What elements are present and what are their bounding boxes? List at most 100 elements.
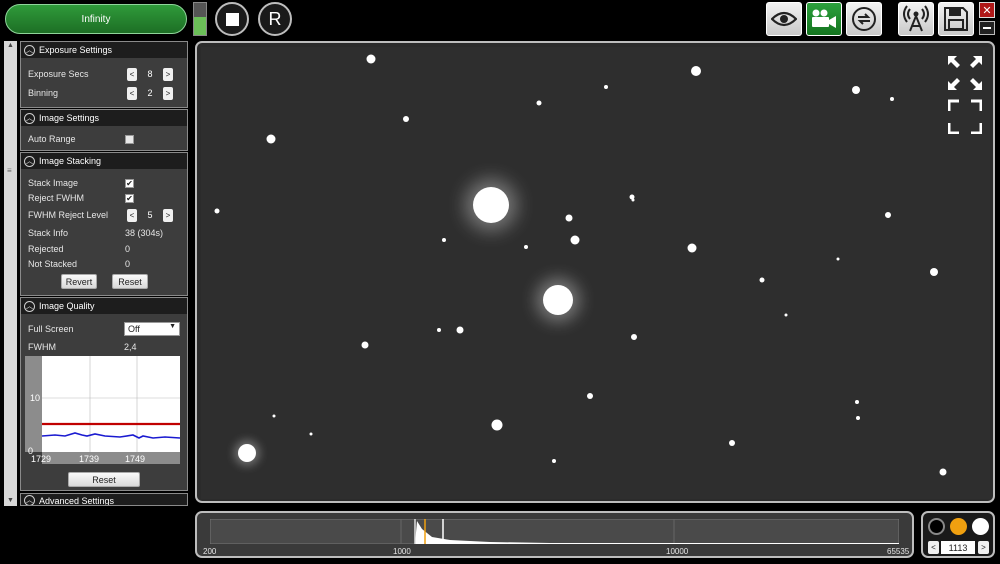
star: [238, 444, 256, 462]
histogram-label: 65535: [887, 547, 910, 556]
image-settings-panel: ︿ Image Settings Auto Range: [20, 109, 188, 151]
star: [890, 97, 894, 101]
star: [272, 414, 276, 418]
star: [552, 459, 556, 463]
image-quality-header[interactable]: ︿ Image Quality: [21, 298, 187, 314]
histogram-plot[interactable]: [210, 519, 899, 544]
exposure-secs-increase[interactable]: >: [163, 67, 173, 81]
save-button[interactable]: [938, 2, 974, 36]
exposure-secs-row: Exposure Secs < 8 >: [28, 67, 181, 81]
star: [403, 116, 409, 122]
rejected-row: Rejected 0: [28, 242, 181, 256]
advanced-settings-panel: ︿ Advanced Settings: [20, 493, 188, 506]
revert-button[interactable]: Revert: [61, 274, 97, 289]
binning-decrease[interactable]: <: [127, 86, 137, 100]
image-settings-header[interactable]: ︿ Image Settings: [21, 110, 187, 126]
fwhm-row: FWHM 2,4: [28, 340, 181, 354]
star: [543, 285, 573, 315]
video-camera-icon: [812, 9, 836, 28]
midtone-point-button[interactable]: [950, 518, 967, 535]
star: [759, 277, 765, 283]
fwhm-reject-level-row: FWHM Reject Level < 5 >: [28, 208, 181, 222]
stack-image-checkbox[interactable]: ✔: [125, 178, 134, 188]
image-stacking-title: Image Stacking: [39, 156, 102, 166]
star: [852, 86, 860, 94]
exposure-settings-header[interactable]: ︿ Exposure Settings: [21, 42, 187, 58]
stop-button[interactable]: [215, 2, 249, 36]
chevron-up-icon: ︿: [24, 300, 35, 312]
fwhm-reject-level-value: 5: [147, 210, 153, 220]
preview-button[interactable]: [766, 2, 802, 36]
reject-fwhm-checkbox[interactable]: ✔: [125, 193, 134, 203]
close-window-button[interactable]: ✕: [979, 2, 995, 18]
fwhm-chart-y-top: 10: [30, 393, 40, 403]
stretch-decrease-button[interactable]: <: [928, 541, 939, 554]
exposure-secs-stepper: < 8 >: [127, 67, 173, 81]
exposure-secs-decrease[interactable]: <: [127, 67, 137, 81]
star: [930, 268, 938, 276]
star: [361, 341, 369, 349]
star: [456, 326, 464, 334]
auto-range-label: Auto Range: [28, 134, 76, 144]
fwhm-chart-y-axis: [25, 356, 42, 452]
full-screen-select[interactable]: Off ▼: [124, 322, 180, 336]
scroll-down-icon[interactable]: ▼: [4, 496, 17, 506]
reject-fwhm-row: Reject FWHM ✔: [28, 191, 181, 205]
r-button[interactable]: R: [258, 2, 292, 36]
star: [836, 257, 840, 261]
full-screen-row: Full Screen Off ▼: [28, 322, 181, 336]
scroll-up-icon[interactable]: ▲: [4, 41, 17, 51]
exposure-settings-panel: ︿ Exposure Settings Exposure Secs < 8 > B…: [20, 41, 188, 108]
stretch-increase-button[interactable]: >: [978, 541, 989, 554]
scroll-grip-icon[interactable]: ≡: [7, 166, 14, 176]
reject-fwhm-label: Reject FWHM: [28, 193, 84, 203]
rejected-value: 0: [125, 244, 131, 254]
stack-info-value: 38 (304s): [125, 228, 164, 238]
infinity-button[interactable]: Infinity: [5, 4, 187, 34]
auto-range-row: Auto Range: [28, 132, 181, 146]
expand-icon[interactable]: [948, 99, 982, 134]
fwhm-chart-x-label: 1749: [125, 454, 145, 464]
level-meter: [193, 2, 207, 36]
image-viewer[interactable]: [195, 41, 995, 503]
image-stacking-header[interactable]: ︿ Image Stacking: [21, 153, 187, 169]
fwhm-chart-x-axis: [42, 452, 180, 464]
stretch-selector: < 1113 >: [921, 511, 995, 558]
minimize-window-button[interactable]: [979, 21, 995, 35]
remote-button[interactable]: [898, 2, 934, 36]
fwhm-reject-level-increase[interactable]: >: [163, 208, 173, 222]
chevron-up-icon: ︿: [24, 495, 35, 505]
collapse-icon[interactable]: [948, 56, 982, 90]
star: [473, 187, 509, 223]
image-quality-panel: ︿ Image Quality Full Screen Off ▼ FWHM 2,…: [20, 297, 188, 491]
stacking-reset-button[interactable]: Reset: [112, 274, 148, 289]
fwhm-chart-x-label: 1739: [79, 454, 99, 464]
left-panel-scrollbar[interactable]: ▲ ≡ ▼: [4, 41, 17, 506]
star: [442, 238, 446, 242]
eye-icon: [771, 11, 797, 27]
stretch-value-field[interactable]: 1113: [941, 541, 975, 554]
star: [524, 245, 528, 249]
exposure-secs-value: 8: [147, 69, 153, 79]
star: [885, 212, 891, 218]
binning-row: Binning < 2 >: [28, 86, 181, 100]
fwhm-label: FWHM: [28, 342, 56, 352]
cycle-button[interactable]: [846, 2, 882, 36]
star-field-image[interactable]: [201, 47, 990, 499]
video-button[interactable]: [806, 2, 842, 36]
star: [631, 198, 635, 202]
white-point-button[interactable]: [972, 518, 989, 535]
fullscreen-toggle[interactable]: [948, 56, 982, 134]
star: [691, 66, 701, 76]
star: [266, 134, 276, 144]
fwhm-reject-level-decrease[interactable]: <: [127, 208, 137, 222]
auto-range-checkbox[interactable]: [125, 134, 134, 144]
advanced-settings-header[interactable]: ︿ Advanced Settings: [21, 494, 187, 505]
fwhm-reject-level-stepper: < 5 >: [127, 208, 173, 222]
stack-image-row: Stack Image ✔: [28, 176, 181, 190]
black-point-button[interactable]: [928, 518, 945, 535]
binning-increase[interactable]: >: [163, 86, 173, 100]
quality-reset-button[interactable]: Reset: [68, 472, 140, 487]
histogram-label: 1000: [393, 547, 411, 556]
star: [587, 393, 593, 399]
